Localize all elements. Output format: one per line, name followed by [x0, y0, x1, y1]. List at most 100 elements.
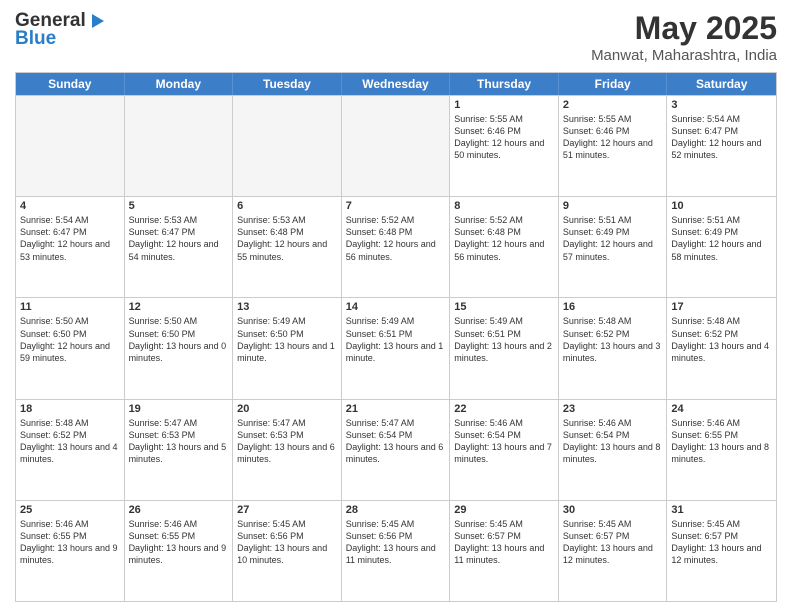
- day-number: 4: [20, 200, 120, 212]
- header-monday: Monday: [125, 73, 234, 95]
- calendar-cell: 23 Sunrise: 5:46 AM Sunset: 6:54 PM Dayli…: [559, 400, 668, 500]
- calendar-cell: 3Sunrise: 5:54 AM Sunset: 6:47 PM Daylig…: [667, 96, 776, 196]
- day-info: Sunrise: 5:47 AM Sunset: 6:53 PM Dayligh…: [237, 417, 337, 466]
- day-number: 21: [346, 403, 446, 415]
- day-number: 23: [563, 403, 663, 415]
- calendar-cell: 5Sunrise: 5:53 AM Sunset: 6:47 PM Daylig…: [125, 197, 234, 297]
- day-info: Sunrise: 5:48 AM Sunset: 6:52 PM Dayligh…: [671, 315, 772, 364]
- day-info: Sunrise: 5:52 AM Sunset: 6:48 PM Dayligh…: [346, 214, 446, 263]
- calendar-cell: 31Sunrise: 5:45 AM Sunset: 6:57 PM Dayli…: [667, 501, 776, 601]
- day-info: Sunrise: 5:50 AM Sunset: 6:50 PM Dayligh…: [20, 315, 120, 364]
- day-number: 26: [129, 504, 229, 516]
- day-number: 30: [563, 504, 663, 516]
- day-info: Sunrise: 5:47 AM Sunset: 6:54 PM Dayligh…: [346, 417, 446, 466]
- calendar-cell: 6 Sunrise: 5:53 AM Sunset: 6:48 PM Daylig…: [233, 197, 342, 297]
- calendar-cell: 14 Sunrise: 5:49 AM Sunset: 6:51 PM Dayli…: [342, 298, 451, 398]
- calendar-cell: 18Sunrise: 5:48 AM Sunset: 6:52 PM Dayli…: [16, 400, 125, 500]
- day-number: 1: [454, 99, 554, 111]
- calendar-cell: 2 Sunrise: 5:55 AM Sunset: 6:46 PM Daylig…: [559, 96, 668, 196]
- calendar-cell: 4 Sunrise: 5:54 AM Sunset: 6:47 PM Daylig…: [16, 197, 125, 297]
- logo: General Blue: [15, 10, 106, 50]
- day-info: Sunrise: 5:46 AM Sunset: 6:54 PM Dayligh…: [454, 417, 554, 466]
- calendar-cell: 11 Sunrise: 5:50 AM Sunset: 6:50 PM Dayli…: [16, 298, 125, 398]
- calendar-body: 1 Sunrise: 5:55 AM Sunset: 6:46 PM Daylig…: [16, 95, 776, 601]
- header-thursday: Thursday: [450, 73, 559, 95]
- calendar-cell: 19 Sunrise: 5:47 AM Sunset: 6:53 PM Dayli…: [125, 400, 234, 500]
- title-month-year: May 2025: [591, 10, 777, 47]
- day-number: 29: [454, 504, 554, 516]
- calendar-cell: 29 Sunrise: 5:45 AM Sunset: 6:57 PM Dayli…: [450, 501, 559, 601]
- day-info: Sunrise: 5:46 AM Sunset: 6:55 PM Dayligh…: [671, 417, 772, 466]
- day-info: Sunrise: 5:45 AM Sunset: 6:56 PM Dayligh…: [237, 518, 337, 567]
- calendar-cell: 12Sunrise: 5:50 AM Sunset: 6:50 PM Dayli…: [125, 298, 234, 398]
- day-number: 9: [563, 200, 663, 212]
- day-number: 7: [346, 200, 446, 212]
- day-number: 14: [346, 301, 446, 313]
- calendar-cell: 9 Sunrise: 5:51 AM Sunset: 6:49 PM Daylig…: [559, 197, 668, 297]
- calendar-cell: [125, 96, 234, 196]
- day-info: Sunrise: 5:46 AM Sunset: 6:55 PM Dayligh…: [129, 518, 229, 567]
- day-info: Sunrise: 5:49 AM Sunset: 6:50 PM Dayligh…: [237, 315, 337, 364]
- day-info: Sunrise: 5:51 AM Sunset: 6:49 PM Dayligh…: [563, 214, 663, 263]
- day-number: 10: [671, 200, 772, 212]
- calendar-header: Sunday Monday Tuesday Wednesday Thursday…: [16, 73, 776, 95]
- day-info: Sunrise: 5:45 AM Sunset: 6:56 PM Dayligh…: [346, 518, 446, 567]
- day-info: Sunrise: 5:45 AM Sunset: 6:57 PM Dayligh…: [454, 518, 554, 567]
- day-number: 28: [346, 504, 446, 516]
- calendar-cell: 26 Sunrise: 5:46 AM Sunset: 6:55 PM Dayli…: [125, 501, 234, 601]
- calendar-week-4: 18Sunrise: 5:48 AM Sunset: 6:52 PM Dayli…: [16, 399, 776, 500]
- day-info: Sunrise: 5:55 AM Sunset: 6:46 PM Dayligh…: [563, 113, 663, 162]
- calendar-cell: 21 Sunrise: 5:47 AM Sunset: 6:54 PM Dayli…: [342, 400, 451, 500]
- day-number: 22: [454, 403, 554, 415]
- calendar-cell: 1Sunrise: 5:55 AM Sunset: 6:46 PM Daylig…: [450, 96, 559, 196]
- day-info: Sunrise: 5:49 AM Sunset: 6:51 PM Dayligh…: [454, 315, 554, 364]
- calendar-week-1: 1 Sunrise: 5:55 AM Sunset: 6:46 PM Daylig…: [16, 95, 776, 196]
- header-wednesday: Wednesday: [342, 73, 451, 95]
- calendar-cell: 22 Sunrise: 5:46 AM Sunset: 6:54 PM Dayli…: [450, 400, 559, 500]
- logo-icon: [88, 12, 106, 30]
- day-info: Sunrise: 5:47 AM Sunset: 6:53 PM Dayligh…: [129, 417, 229, 466]
- calendar-cell: 15 Sunrise: 5:49 AM Sunset: 6:51 PM Dayli…: [450, 298, 559, 398]
- day-info: Sunrise: 5:46 AM Sunset: 6:54 PM Dayligh…: [563, 417, 663, 466]
- day-info: Sunrise: 5:52 AM Sunset: 6:48 PM Dayligh…: [454, 214, 554, 263]
- calendar-cell: 28 Sunrise: 5:45 AM Sunset: 6:56 PM Dayli…: [342, 501, 451, 601]
- header: General Blue May 2025 Manwat, Maharashtr…: [15, 10, 777, 64]
- day-info: Sunrise: 5:53 AM Sunset: 6:47 PM Dayligh…: [129, 214, 229, 263]
- calendar-week-2: 4 Sunrise: 5:54 AM Sunset: 6:47 PM Daylig…: [16, 196, 776, 297]
- day-number: 16: [563, 301, 663, 313]
- calendar-cell: 7 Sunrise: 5:52 AM Sunset: 6:48 PM Daylig…: [342, 197, 451, 297]
- day-number: 12: [129, 301, 229, 313]
- calendar-cell: 20Sunrise: 5:47 AM Sunset: 6:53 PM Dayli…: [233, 400, 342, 500]
- day-number: 11: [20, 301, 120, 313]
- header-tuesday: Tuesday: [233, 73, 342, 95]
- header-friday: Friday: [559, 73, 668, 95]
- day-number: 13: [237, 301, 337, 313]
- day-number: 2: [563, 99, 663, 111]
- title-block: May 2025 Manwat, Maharashtra, India: [591, 10, 777, 64]
- day-info: Sunrise: 5:45 AM Sunset: 6:57 PM Dayligh…: [563, 518, 663, 567]
- day-number: 25: [20, 504, 120, 516]
- calendar-cell: 8Sunrise: 5:52 AM Sunset: 6:48 PM Daylig…: [450, 197, 559, 297]
- calendar-week-5: 25 Sunrise: 5:46 AM Sunset: 6:55 PM Dayli…: [16, 500, 776, 601]
- day-number: 6: [237, 200, 337, 212]
- day-info: Sunrise: 5:45 AM Sunset: 6:57 PM Dayligh…: [671, 518, 772, 567]
- day-info: Sunrise: 5:54 AM Sunset: 6:47 PM Dayligh…: [20, 214, 120, 263]
- day-info: Sunrise: 5:49 AM Sunset: 6:51 PM Dayligh…: [346, 315, 446, 364]
- day-info: Sunrise: 5:48 AM Sunset: 6:52 PM Dayligh…: [20, 417, 120, 466]
- logo-blue: Blue: [15, 28, 56, 50]
- calendar-cell: 30 Sunrise: 5:45 AM Sunset: 6:57 PM Dayli…: [559, 501, 668, 601]
- calendar-cell: [342, 96, 451, 196]
- calendar-cell: 17 Sunrise: 5:48 AM Sunset: 6:52 PM Dayli…: [667, 298, 776, 398]
- header-sunday: Sunday: [16, 73, 125, 95]
- day-number: 15: [454, 301, 554, 313]
- page: General Blue May 2025 Manwat, Maharashtr…: [0, 0, 792, 612]
- calendar-cell: [233, 96, 342, 196]
- day-number: 19: [129, 403, 229, 415]
- day-info: Sunrise: 5:54 AM Sunset: 6:47 PM Dayligh…: [671, 113, 772, 162]
- calendar-cell: 27Sunrise: 5:45 AM Sunset: 6:56 PM Dayli…: [233, 501, 342, 601]
- day-number: 17: [671, 301, 772, 313]
- header-saturday: Saturday: [667, 73, 776, 95]
- calendar-cell: 24Sunrise: 5:46 AM Sunset: 6:55 PM Dayli…: [667, 400, 776, 500]
- calendar: Sunday Monday Tuesday Wednesday Thursday…: [15, 72, 777, 602]
- day-info: Sunrise: 5:53 AM Sunset: 6:48 PM Dayligh…: [237, 214, 337, 263]
